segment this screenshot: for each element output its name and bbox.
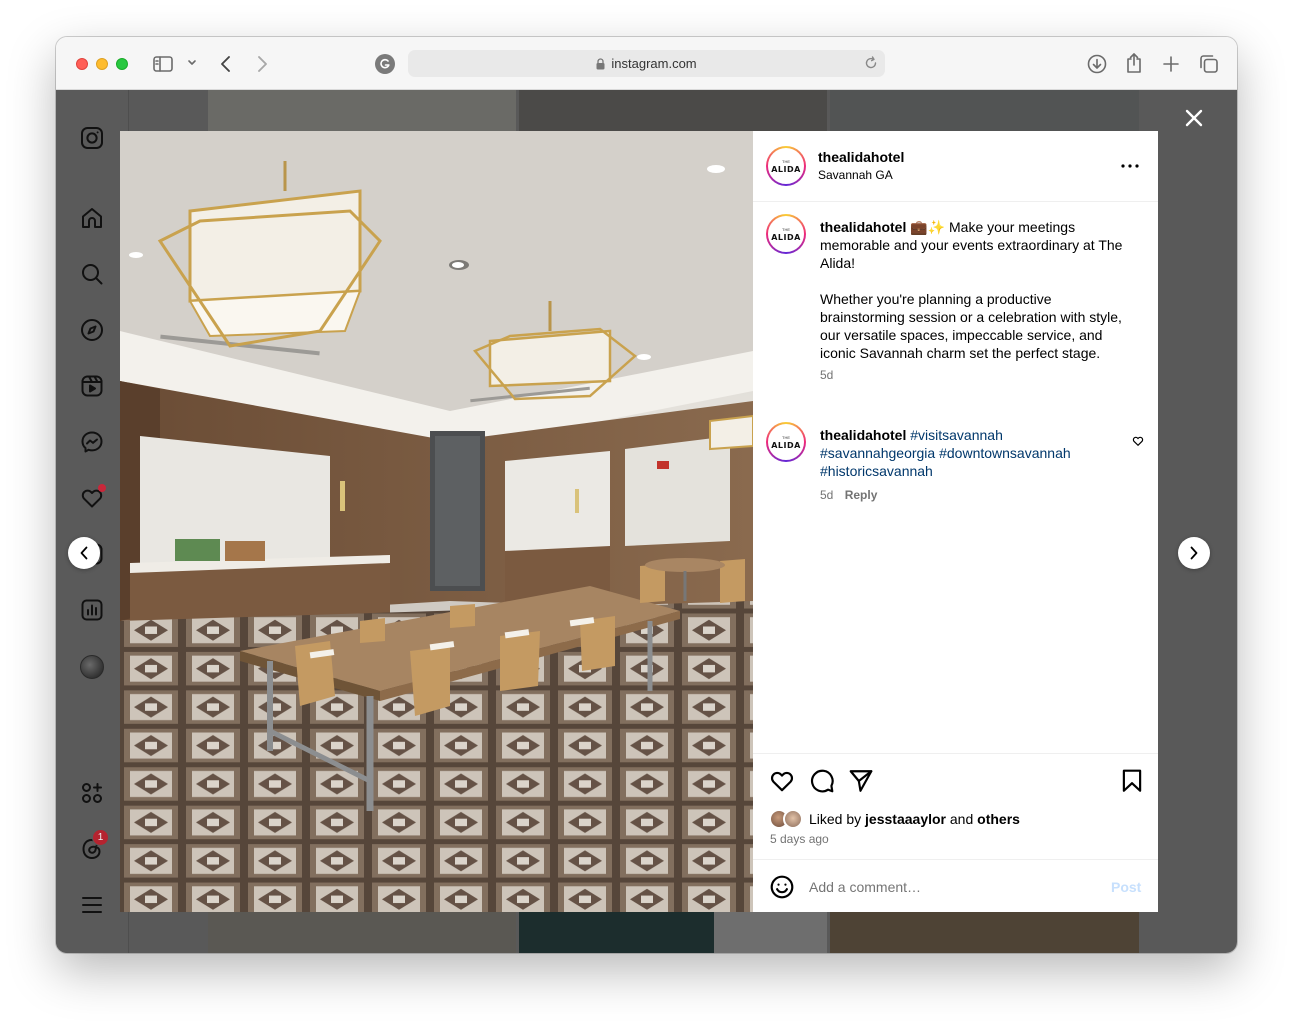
comment-age[interactable]: 5d bbox=[820, 488, 833, 502]
more-menu-icon[interactable] bbox=[78, 891, 106, 919]
threads-icon[interactable]: 1 bbox=[78, 829, 109, 863]
dashboard-insights-icon[interactable] bbox=[78, 596, 106, 624]
avatar-small-text: THE bbox=[782, 434, 790, 440]
post-actions: Liked by jesstaaaylor and others 5 days … bbox=[753, 753, 1158, 859]
reload-icon[interactable] bbox=[864, 56, 878, 70]
liked-by-text: Liked by jesstaaaylor and others bbox=[809, 810, 1020, 828]
background-post-tile[interactable] bbox=[208, 90, 516, 131]
notifications-count-badge: 1 bbox=[92, 829, 109, 846]
post-details-panel: THE ALIDA thealidahotel Savannah GA THE … bbox=[753, 131, 1158, 912]
zoom-window-button[interactable] bbox=[116, 58, 128, 70]
search-icon[interactable] bbox=[78, 260, 106, 288]
more-options-icon[interactable] bbox=[1119, 157, 1141, 175]
forward-button[interactable] bbox=[252, 53, 272, 75]
share-icon[interactable] bbox=[1123, 51, 1145, 75]
next-post-button[interactable] bbox=[1178, 537, 1210, 569]
reply-button[interactable]: Reply bbox=[845, 488, 878, 502]
tab-overview-icon[interactable] bbox=[1198, 53, 1220, 75]
post-image[interactable] bbox=[120, 131, 753, 912]
background-post-tile[interactable] bbox=[714, 912, 827, 953]
downloads-icon[interactable] bbox=[1086, 53, 1108, 75]
account-avatar[interactable]: THE ALIDA bbox=[766, 146, 806, 186]
back-button[interactable] bbox=[216, 53, 236, 75]
avatar-logo-text: ALIDA bbox=[771, 440, 801, 450]
avatar-small-text: THE bbox=[782, 158, 790, 164]
caption-emoji: 💼✨ bbox=[910, 219, 946, 235]
post-age[interactable]: 5 days ago bbox=[770, 832, 829, 846]
like-icon[interactable] bbox=[769, 768, 795, 794]
notification-dot bbox=[98, 484, 106, 492]
liker-avatar bbox=[783, 809, 803, 829]
instagram-logo-icon[interactable] bbox=[78, 124, 106, 152]
profile-avatar[interactable] bbox=[80, 655, 104, 679]
browser-window: instagram.com 1 THE ALIDA thealidahotel … bbox=[56, 37, 1237, 953]
caption-text: thealidahotel 💼✨ Make your meetings memo… bbox=[820, 218, 1132, 384]
add-comment-input[interactable] bbox=[809, 875, 1089, 899]
reels-icon[interactable] bbox=[78, 372, 106, 400]
comment-like-icon[interactable] bbox=[1131, 434, 1145, 448]
messenger-icon[interactable] bbox=[78, 428, 106, 456]
close-window-button[interactable] bbox=[76, 58, 88, 70]
avatar-small-text: THE bbox=[782, 226, 790, 232]
background-post-tile[interactable] bbox=[208, 912, 516, 953]
background-post-tile[interactable] bbox=[830, 90, 1139, 131]
comment-username[interactable]: thealidahotel bbox=[820, 427, 906, 443]
browser-toolbar: instagram.com bbox=[56, 37, 1237, 90]
post-comment-button[interactable]: Post bbox=[1111, 879, 1141, 895]
caption-age[interactable]: 5d bbox=[820, 366, 1132, 384]
liked-by-user[interactable]: jesstaaaylor bbox=[865, 811, 946, 827]
previous-post-button[interactable] bbox=[68, 537, 100, 569]
liked-by-prefix: Liked by bbox=[809, 811, 862, 827]
hashtag-link[interactable]: #savannahgeorgia bbox=[820, 445, 935, 461]
lock-icon bbox=[596, 57, 605, 70]
background-post-tile[interactable] bbox=[830, 912, 1139, 953]
liked-by-others[interactable]: others bbox=[977, 811, 1020, 827]
comment-icon[interactable] bbox=[809, 768, 835, 794]
share-send-icon[interactable] bbox=[848, 768, 874, 794]
caption-line-2: Whether you're planning a productive bra… bbox=[820, 291, 1122, 361]
header-location[interactable]: Savannah GA bbox=[818, 168, 893, 182]
new-tab-icon[interactable] bbox=[1160, 53, 1182, 75]
post-header: THE ALIDA thealidahotel Savannah GA bbox=[753, 131, 1158, 202]
sidebar-toggle-icon[interactable] bbox=[152, 53, 174, 75]
instagram-sidebar: 1 bbox=[56, 90, 129, 953]
hashtag-link[interactable]: #visitsavannah bbox=[910, 427, 1003, 443]
avatar-logo-text: ALIDA bbox=[771, 232, 801, 242]
save-bookmark-icon[interactable] bbox=[1119, 768, 1145, 794]
avatar-logo-text: ALIDA bbox=[771, 164, 801, 174]
home-icon[interactable] bbox=[78, 204, 106, 232]
caption-avatar[interactable]: THE ALIDA bbox=[766, 214, 806, 254]
background-post-tile[interactable] bbox=[519, 912, 714, 953]
close-modal-button[interactable] bbox=[1182, 106, 1206, 130]
grammarly-extension-icon[interactable] bbox=[375, 54, 395, 74]
explore-compass-icon[interactable] bbox=[78, 316, 106, 344]
url-text: instagram.com bbox=[611, 56, 697, 71]
comment-text: thealidahotel #visitsavannah #savannahge… bbox=[820, 426, 1110, 504]
emoji-icon[interactable] bbox=[769, 874, 795, 900]
caption-username[interactable]: thealidahotel bbox=[820, 219, 906, 235]
header-username[interactable]: thealidahotel bbox=[818, 149, 904, 165]
comment-box: Post bbox=[753, 859, 1158, 912]
comment-avatar[interactable]: THE ALIDA bbox=[766, 422, 806, 462]
hashtag-link[interactable]: #historicsavannah bbox=[820, 463, 933, 479]
chevron-down-icon[interactable] bbox=[186, 57, 198, 69]
liked-by-middle: and bbox=[949, 811, 974, 827]
address-bar[interactable]: instagram.com bbox=[408, 50, 885, 77]
notifications-heart-icon[interactable] bbox=[78, 484, 106, 512]
page-content: 1 THE ALIDA thealidahotel Savannah GA TH… bbox=[56, 90, 1237, 953]
background-post-tile[interactable] bbox=[519, 90, 827, 131]
hashtag-link[interactable]: #downtownsavannah bbox=[939, 445, 1071, 461]
minimize-window-button[interactable] bbox=[96, 58, 108, 70]
also-from-meta-icon[interactable] bbox=[78, 779, 106, 807]
liked-by-avatars[interactable] bbox=[769, 809, 807, 829]
